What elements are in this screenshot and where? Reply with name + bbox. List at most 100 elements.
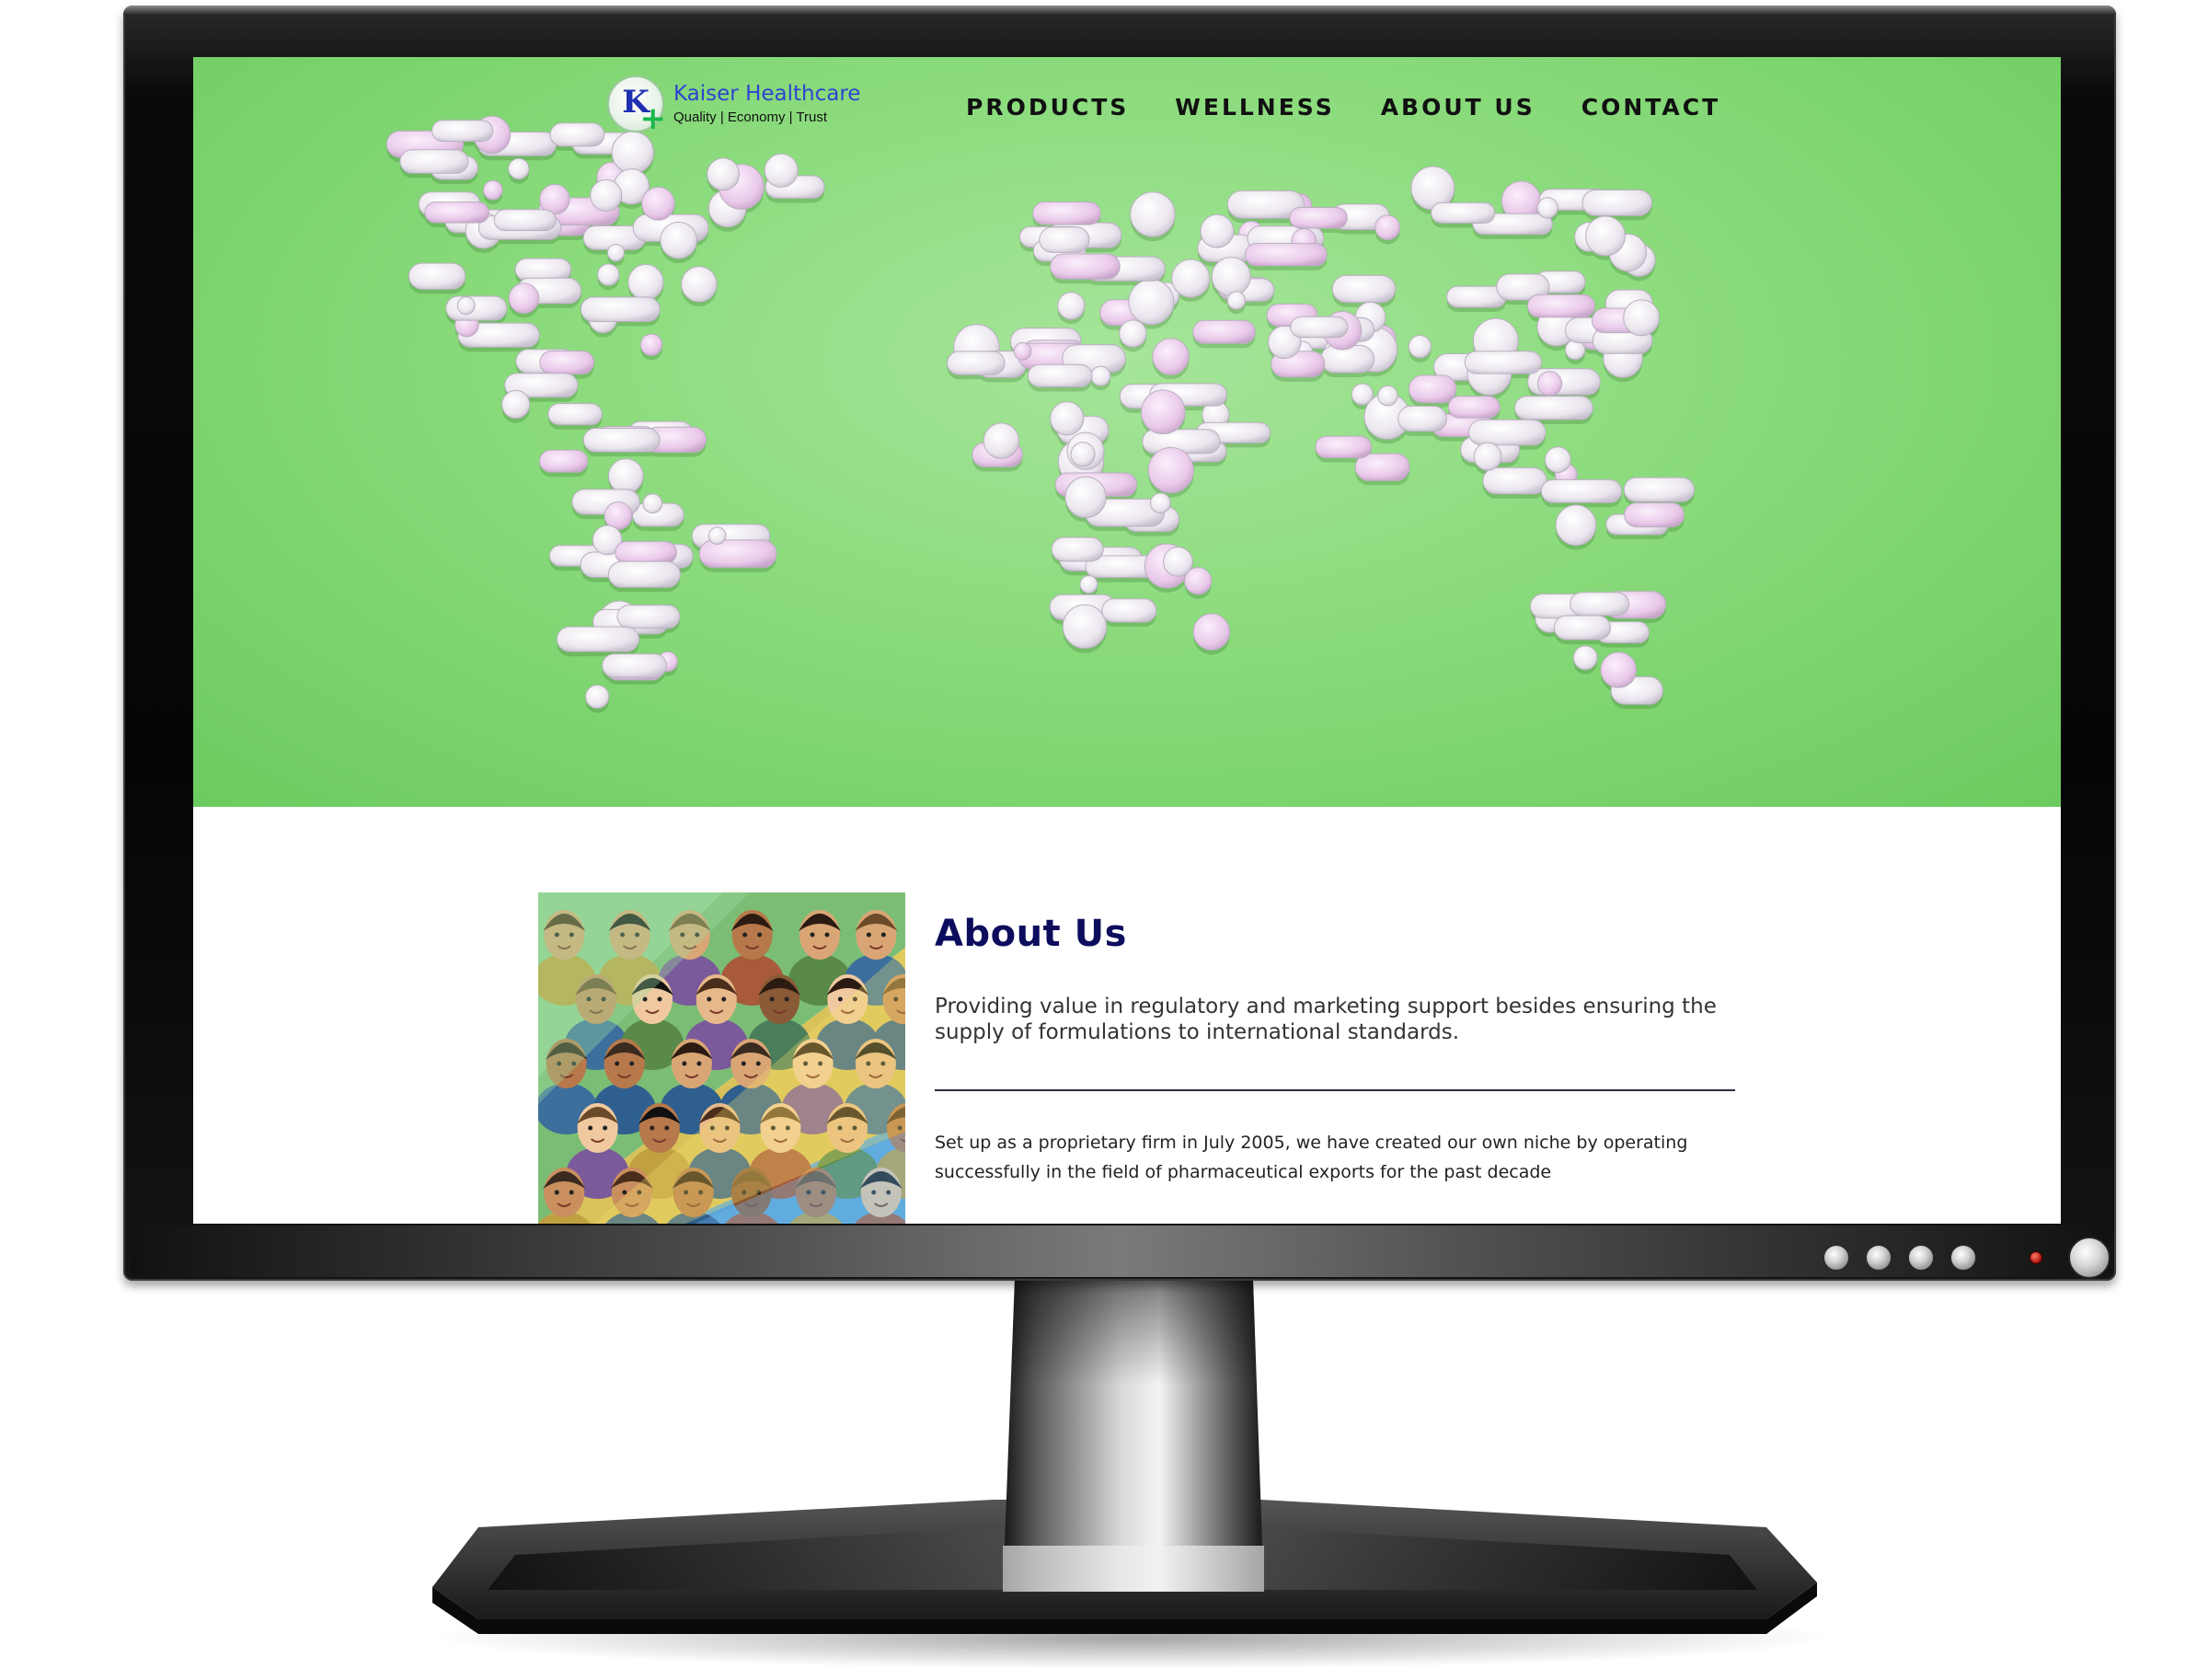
pill-shape	[1050, 401, 1085, 436]
pill-shape	[1057, 292, 1086, 320]
bezel-button-icon[interactable]	[1866, 1245, 1892, 1271]
pill-shape	[508, 157, 530, 180]
pill-shape	[556, 626, 640, 652]
pill-shape	[1226, 291, 1247, 310]
pill-shape	[501, 390, 531, 420]
bezel-button-icon[interactable]	[1823, 1245, 1849, 1271]
pill-shape	[482, 179, 503, 201]
pill-shape	[1473, 442, 1502, 471]
pill-shape	[698, 539, 777, 569]
pill-shape	[1624, 502, 1685, 528]
pill-shape	[582, 427, 661, 453]
pill-shape	[1090, 365, 1111, 386]
pill-shape	[539, 449, 589, 473]
pill-shape	[1192, 319, 1256, 344]
pill-shape	[597, 263, 620, 286]
pill-shape	[1027, 363, 1093, 387]
pill-shape	[1013, 342, 1032, 361]
pill-shape	[431, 120, 494, 143]
logo-mark-icon: K +	[607, 75, 666, 134]
site-logo[interactable]: K + Kaiser Healthcare Quality | Economy …	[607, 75, 861, 134]
pill-shape	[590, 178, 623, 212]
pill-shape	[1468, 419, 1547, 446]
pill-shape	[539, 350, 595, 375]
pill-shape	[607, 560, 681, 588]
pill-shape	[549, 122, 605, 147]
pill-shape	[1600, 651, 1638, 688]
pill-shape	[1152, 338, 1190, 375]
pill-shape	[606, 244, 626, 262]
pill-shape	[947, 351, 1006, 375]
pill-shape	[1079, 575, 1098, 594]
pill-shape	[615, 541, 677, 564]
nav-item-contact[interactable]: CONTACT	[1581, 94, 1720, 121]
pill-shape	[1553, 615, 1612, 640]
pill-shape	[707, 526, 727, 545]
pill-shape	[1581, 189, 1653, 216]
pill-shape	[611, 131, 655, 174]
pill-shape	[1290, 316, 1349, 339]
pill-shape	[1130, 191, 1176, 237]
pill-shape	[514, 258, 572, 282]
pill-shape	[1050, 253, 1121, 280]
pill-shape	[399, 149, 469, 174]
about-heading: About Us	[935, 913, 1127, 955]
logo-tagline: Quality | Economy | Trust	[673, 109, 828, 126]
pill-shape	[1062, 604, 1108, 650]
pill-shape	[445, 295, 508, 321]
pill-shape	[1315, 435, 1373, 459]
pill-shape	[707, 157, 741, 191]
pill-world-map-image	[385, 115, 1696, 713]
pill-shape	[660, 221, 698, 259]
pill-shape	[1536, 197, 1558, 219]
pill-shape	[1320, 345, 1375, 374]
pill-shape	[1555, 504, 1597, 547]
pill-shape	[1141, 389, 1186, 435]
pill-shape	[616, 604, 681, 629]
pill-shape	[508, 282, 540, 315]
pill-shape	[456, 296, 476, 316]
bezel-button-icon[interactable]	[1950, 1245, 1976, 1271]
pill-shape	[424, 201, 489, 224]
pill-shape	[1623, 299, 1661, 337]
pill-shape	[681, 266, 718, 303]
pill-shape	[1331, 274, 1397, 304]
pill-shape	[1051, 536, 1104, 562]
pill-shape	[1572, 645, 1598, 671]
pill-shape	[1397, 405, 1447, 432]
monitor-bottom-bezel	[131, 1225, 2109, 1277]
monitor-top-edge	[123, 6, 2116, 15]
logo-name: Kaiser Healthcare	[673, 81, 861, 106]
pill-shape	[1408, 335, 1432, 359]
logo-text: Kaiser Healthcare Quality | Economy | Tr…	[673, 81, 861, 126]
pill-shape	[1514, 396, 1593, 420]
pill-shape	[1070, 442, 1096, 467]
pill-shape	[1101, 598, 1157, 623]
pill-shape	[1039, 226, 1090, 253]
power-button-icon[interactable]	[2068, 1237, 2110, 1279]
pill-shape	[627, 263, 664, 301]
bezel-button-icon[interactable]	[1908, 1245, 1934, 1271]
nav-item-products[interactable]: PRODUCTS	[966, 94, 1129, 121]
pill-shape	[1570, 592, 1629, 616]
pill-shape	[1128, 279, 1175, 326]
pill-shape	[1447, 396, 1501, 419]
pill-shape	[764, 153, 799, 188]
pill-shape	[1184, 567, 1213, 595]
nav-item-wellness[interactable]: WELLNESS	[1175, 94, 1334, 121]
pill-shape	[1526, 293, 1595, 318]
pill-shape	[1374, 214, 1401, 241]
pill-shape	[1464, 351, 1543, 374]
about-divider	[935, 1089, 1735, 1091]
about-lead-text: Providing value in regulatory and market…	[935, 995, 1717, 1044]
pill-shape	[1408, 374, 1457, 404]
main-nav: PRODUCTS WELLNESS ABOUT US CONTACT	[966, 94, 1720, 121]
pill-shape	[408, 262, 466, 290]
pill-shape	[1147, 446, 1194, 494]
pill-shape	[1200, 213, 1235, 248]
nav-item-about-us[interactable]: ABOUT US	[1381, 94, 1535, 121]
pill-shape	[580, 296, 661, 323]
monitor-screen: K + Kaiser Healthcare Quality | Economy …	[193, 57, 2061, 1224]
pill-shape	[1623, 477, 1696, 502]
pill-shape	[1431, 201, 1496, 224]
